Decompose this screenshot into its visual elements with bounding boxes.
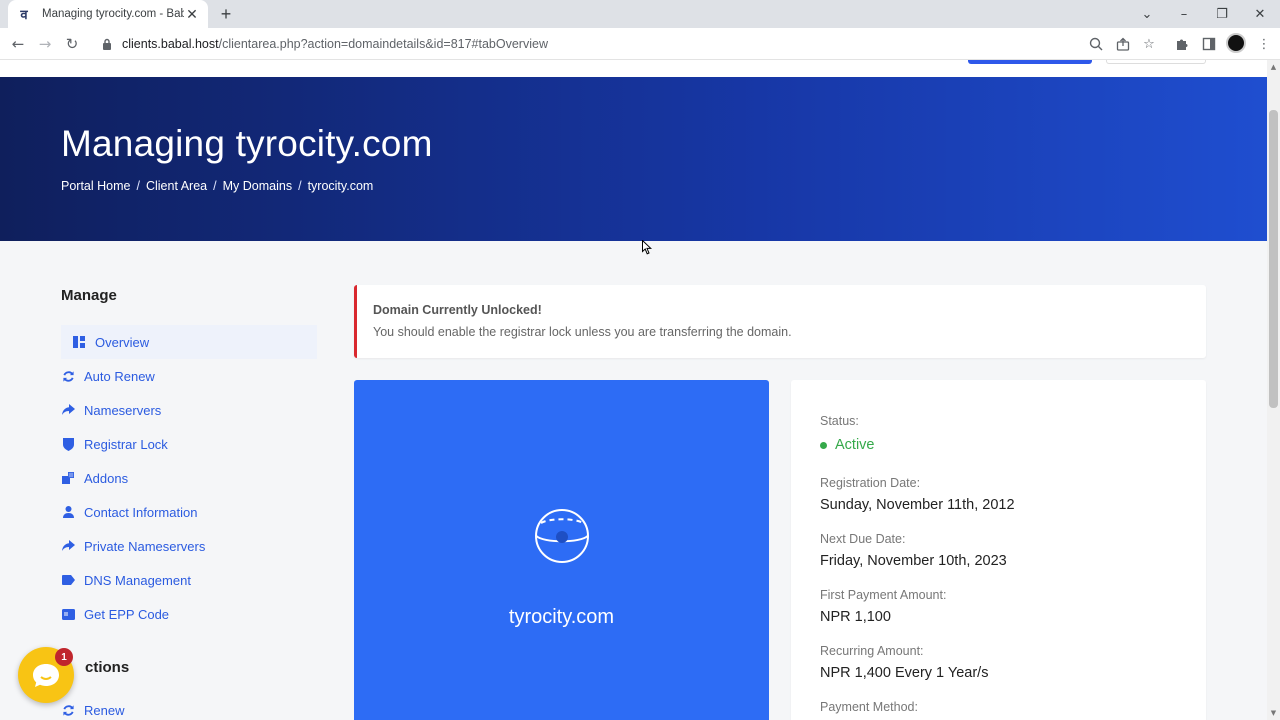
sidebar-item-private-nameservers[interactable]: Private Nameservers [61, 529, 317, 563]
extensions-icon[interactable] [1172, 34, 1192, 54]
sidebar-item-label: Auto Renew [84, 368, 155, 384]
recurring-amount-label: Recurring Amount: [820, 644, 924, 658]
breadcrumb-portal-home[interactable]: Portal Home [61, 179, 130, 193]
minimize-icon[interactable]: – [1174, 4, 1194, 24]
page-hero: Managing tyrocity.com Portal Home / Clie… [0, 77, 1267, 241]
scroll-up-icon[interactable]: ▲ [1267, 60, 1280, 74]
sidebar-item-registrar-lock[interactable]: Registrar Lock [61, 427, 317, 461]
browser-tab[interactable]: व Managing tyrocity.com - Babal.H ✕ [8, 0, 208, 28]
browser-tab-bar: व Managing tyrocity.com - Babal.H ✕ + ⌄ … [0, 0, 1280, 28]
sidebar-menu: Overview Auto Renew Nameservers Registra… [61, 325, 317, 631]
site-favicon-icon: व [20, 8, 28, 23]
profile-avatar[interactable] [1226, 33, 1246, 53]
status-badge: Active [820, 437, 875, 453]
next-due-date-value: Friday, November 10th, 2023 [820, 553, 1007, 569]
page-scrollbar[interactable]: ▲ ▼ [1267, 60, 1280, 720]
share-icon[interactable] [1113, 34, 1133, 54]
new-tab-icon[interactable]: + [216, 4, 236, 24]
recurring-amount-value: NPR 1,400 Every 1 Year/s [820, 665, 989, 681]
scroll-down-icon[interactable]: ▼ [1267, 706, 1280, 720]
forward-icon[interactable]: → [34, 33, 56, 55]
domain-name: tyrocity.com [508, 606, 615, 628]
sidebar-item-contact-information[interactable]: Contact Information [61, 495, 317, 529]
sidebar-item-overview[interactable]: Overview [61, 325, 317, 359]
breadcrumb-separator: / [298, 179, 302, 193]
breadcrumb-separator: / [213, 179, 217, 193]
refresh-icon [61, 703, 75, 717]
sidebar-heading-manage: Manage [61, 287, 117, 304]
shield-icon [61, 437, 75, 451]
tab-search-chevron-icon[interactable]: ⌄ [1137, 4, 1157, 24]
registration-date-label: Registration Date: [820, 476, 921, 490]
breadcrumb-client-area[interactable]: Client Area [146, 179, 207, 193]
domain-unlocked-alert: Domain Currently Unlocked! You should en… [354, 285, 1206, 358]
url-host: clients.babal.host [122, 37, 219, 51]
globe-icon [535, 509, 589, 563]
address-bar[interactable]: clients.babal.host/clientarea.php?action… [90, 31, 1170, 57]
sidebar-heading-actions: ctions [85, 659, 130, 676]
chat-notification-badge: 1 [55, 648, 73, 666]
page-title: Managing tyrocity.com [61, 123, 433, 164]
restore-icon[interactable]: ❐ [1212, 4, 1232, 24]
bookmark-star-icon[interactable]: ☆ [1139, 34, 1159, 54]
sidebar-item-get-epp-code[interactable]: Get EPP Code [61, 597, 317, 631]
tab-close-icon[interactable]: ✕ [184, 6, 200, 22]
breadcrumb-separator: / [136, 179, 140, 193]
card-icon [61, 607, 75, 621]
site-header [0, 60, 1267, 77]
back-icon[interactable]: ← [7, 33, 29, 55]
tab-title: Managing tyrocity.com - Babal.H [42, 8, 184, 20]
side-panel-icon[interactable] [1199, 34, 1219, 54]
header-primary-button[interactable] [968, 60, 1092, 64]
sidebar-item-label: Registrar Lock [84, 436, 168, 452]
sidebar-item-dns-management[interactable]: DNS Management [61, 563, 317, 597]
status-dot-icon [820, 441, 827, 449]
sidebar-item-label: Contact Information [84, 504, 198, 520]
status-value: Active [835, 437, 875, 453]
window-close-icon[interactable]: ✕ [1250, 4, 1270, 24]
breadcrumb-my-domains[interactable]: My Domains [223, 179, 292, 193]
breadcrumb: Portal Home / Client Area / My Domains /… [61, 179, 373, 193]
zoom-icon[interactable] [1086, 34, 1106, 54]
mouse-cursor-icon [642, 240, 652, 255]
scroll-thumb[interactable] [1269, 110, 1278, 408]
sidebar-item-auto-renew[interactable]: Auto Renew [61, 359, 317, 393]
user-icon [61, 505, 75, 519]
sidebar-item-addons[interactable]: Addons [61, 461, 317, 495]
domain-card: tyrocity.com [354, 380, 769, 720]
tag-icon [61, 573, 75, 587]
grid-icon [72, 335, 86, 349]
first-payment-label: First Payment Amount: [820, 588, 947, 602]
registration-date-value: Sunday, November 11th, 2012 [820, 497, 1015, 513]
url-path: /clientarea.php?action=domaindetails&id=… [218, 37, 548, 51]
header-secondary-button[interactable] [1106, 60, 1206, 64]
sidebar-item-label: Private Nameservers [84, 538, 206, 554]
sidebar-item-label: Overview [95, 334, 150, 350]
payment-method-label: Payment Method: [820, 700, 918, 714]
browser-toolbar: ← → ↻ clients.babal.host/clientarea.php?… [0, 28, 1280, 60]
alert-title: Domain Currently Unlocked! [373, 303, 542, 317]
browser-menu-icon[interactable]: ⋮ [1254, 34, 1274, 54]
refresh-icon [61, 369, 75, 383]
first-payment-value: NPR 1,100 [820, 609, 891, 625]
sidebar-item-label: Nameservers [84, 402, 162, 418]
sidebar-item-nameservers[interactable]: Nameservers [61, 393, 317, 427]
share-arrow-icon [61, 403, 75, 417]
sidebar-item-label: Renew [84, 702, 125, 718]
share-arrow-icon [61, 539, 75, 553]
next-due-date-label: Next Due Date: [820, 532, 906, 546]
domain-info-card: Status: Active Registration Date: Sunday… [791, 380, 1206, 720]
page-content: Managing tyrocity.com Portal Home / Clie… [0, 60, 1267, 720]
sidebar-item-label: DNS Management [84, 572, 191, 588]
status-label: Status: [820, 414, 859, 428]
alert-message: You should enable the registrar lock unl… [373, 325, 792, 339]
lock-icon[interactable] [100, 37, 114, 51]
reload-icon[interactable]: ↻ [61, 33, 83, 55]
sidebar-item-label: Get EPP Code [84, 606, 170, 622]
breadcrumb-current-domain: tyrocity.com [307, 179, 374, 193]
sidebar-item-label: Addons [84, 470, 129, 486]
cubes-icon [61, 471, 75, 485]
